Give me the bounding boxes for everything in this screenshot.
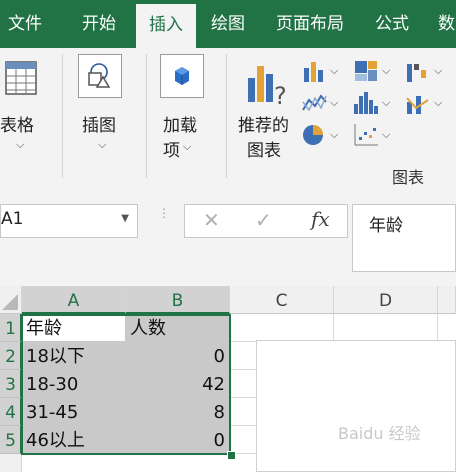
recommended-charts-button[interactable]: ? 推荐的 图表 [232, 54, 298, 164]
cell-a4[interactable]: 31-45 [22, 398, 126, 426]
addins-cube-icon [175, 67, 189, 85]
addins-label-line2: 项 [163, 141, 180, 161]
row-header-6[interactable] [0, 454, 22, 472]
hierarchy-chart-icon [355, 61, 377, 81]
pie-chart-icon [303, 125, 323, 145]
name-box[interactable]: A1 ▼ [0, 204, 138, 238]
select-all-triangle-icon [2, 294, 18, 310]
cell-b3[interactable]: 42 [126, 370, 230, 398]
insert-function-icon[interactable]: fx [311, 207, 330, 231]
name-box-value: A1 [1, 209, 24, 229]
chevron-down-icon: ⌵ [382, 96, 391, 109]
cell-a5[interactable]: 46以上 [22, 426, 126, 454]
chevron-down-icon: ⌵ [330, 96, 339, 109]
row-header-4[interactable]: 4 [0, 398, 22, 426]
chevron-down-icon: ⌵ [16, 138, 25, 151]
recommended-charts-label-line1: 推荐的 [238, 116, 289, 136]
line-chart-icon [302, 94, 327, 112]
tab-draw[interactable]: 绘图 [211, 0, 245, 48]
enter-icon[interactable]: ✓ [255, 208, 272, 232]
chevron-down-icon: ⌵ [382, 128, 391, 141]
recommended-charts-icon: ? [248, 66, 287, 108]
column-chart-button[interactable]: ⌵ [300, 58, 344, 84]
chevron-down-icon[interactable]: ▼ [121, 213, 129, 224]
chevron-down-icon: ⌵ [382, 64, 391, 77]
fill-handle[interactable] [227, 451, 236, 460]
formula-bar-grip[interactable]: ⋮ [158, 207, 170, 232]
formula-buttons: ✕ ✓ fx [184, 204, 348, 238]
table-icon [5, 61, 37, 95]
tab-data[interactable]: 数 [438, 0, 455, 48]
gridline [437, 314, 438, 340]
chart-area[interactable] [256, 340, 456, 472]
charts-group-label: 图表 [392, 168, 425, 187]
shapes-icon [88, 63, 111, 88]
tab-home[interactable]: 开始 [82, 0, 116, 48]
gridline [333, 314, 334, 340]
combo-chart-icon [406, 96, 429, 114]
row-header-3[interactable]: 3 [0, 370, 22, 398]
table-label: 表格 [0, 116, 34, 136]
illustrations-icon-frame [78, 54, 122, 98]
row-header-1[interactable]: 1 [0, 314, 22, 342]
group-separator [146, 54, 147, 178]
cell-b5[interactable]: 0 [126, 426, 230, 454]
svg-text:?: ? [274, 82, 287, 108]
gridline [230, 425, 256, 426]
chevron-down-icon: ⌵ [330, 64, 339, 77]
cell-a3[interactable]: 18-30 [22, 370, 126, 398]
formula-input-value: 年龄 [369, 216, 403, 236]
line-chart-button[interactable]: ⌵ [300, 90, 344, 116]
chevron-down-icon: ⌵ [434, 64, 443, 77]
scatter-chart-button[interactable]: ⌵ [352, 122, 396, 148]
column-header-a[interactable]: A [22, 286, 126, 314]
cell-b1[interactable]: 人数 [126, 314, 230, 342]
waterfall-chart-button[interactable]: ⌵ [404, 58, 452, 84]
addins-label-line1: 加载 [163, 116, 197, 136]
pie-chart-button[interactable]: ⌵ [300, 122, 344, 148]
scatter-chart-icon [354, 124, 378, 146]
column-chart-icon [304, 62, 323, 82]
chevron-down-icon: ⌵ [98, 138, 107, 151]
tab-file[interactable]: 文件 [8, 0, 42, 48]
hierarchy-chart-button[interactable]: ⌵ [352, 58, 396, 84]
chevron-down-icon: ⌵ [183, 140, 192, 153]
gridline [230, 369, 256, 370]
addins-button[interactable]: 加载 项 ⌵ [152, 54, 220, 164]
illustrations-button[interactable]: 插图 ⌵ [70, 54, 140, 164]
column-header-b[interactable]: B [126, 286, 230, 314]
column-header-d[interactable]: D [334, 286, 438, 314]
column-header-e[interactable] [438, 286, 456, 314]
select-all-corner[interactable] [0, 286, 22, 314]
addins-icon-frame [160, 54, 204, 98]
statistic-chart-button[interactable]: ⌵ [352, 90, 396, 116]
waterfall-chart-icon [407, 64, 426, 82]
chevron-down-icon: ⌵ [330, 128, 339, 141]
statistic-chart-icon [354, 92, 378, 114]
recommended-charts-label-line2: 图表 [247, 141, 281, 161]
tab-insert[interactable]: 插入 [136, 4, 196, 48]
cell-a1[interactable]: 年龄 [22, 314, 126, 342]
group-separator [226, 54, 227, 178]
ribbon-tab-bar: 文件 开始 插入 绘图 页面布局 公式 数 [0, 0, 456, 48]
group-separator [62, 54, 63, 178]
formula-input[interactable]: 年龄 [352, 204, 456, 272]
cell-b2[interactable]: 0 [126, 342, 230, 370]
tab-formulas[interactable]: 公式 [375, 0, 409, 48]
table-button[interactable]: 表格 ⌵ [0, 54, 56, 164]
cell-a2[interactable]: 18以下 [22, 342, 126, 370]
tab-page-layout[interactable]: 页面布局 [276, 0, 344, 48]
cell-b4[interactable]: 8 [126, 398, 230, 426]
combo-chart-button[interactable]: ⌵ [404, 90, 452, 116]
row-header-2[interactable]: 2 [0, 342, 22, 370]
watermark-text: Baidu 经验 [338, 424, 421, 443]
ribbon: 表格 ⌵ 插图 ⌵ 加载 项 ⌵ ? 推荐的 图表 ⌵ ⌵ ⌵ ⌵ ⌵ ⌵ ⌵ … [0, 48, 456, 191]
illustrations-label: 插图 [82, 116, 116, 136]
row-header-5[interactable]: 5 [0, 426, 22, 454]
chevron-down-icon: ⌵ [434, 96, 443, 109]
column-header-c[interactable]: C [230, 286, 334, 314]
gridline [230, 397, 256, 398]
gridline [230, 341, 256, 342]
cancel-icon[interactable]: ✕ [203, 208, 220, 232]
